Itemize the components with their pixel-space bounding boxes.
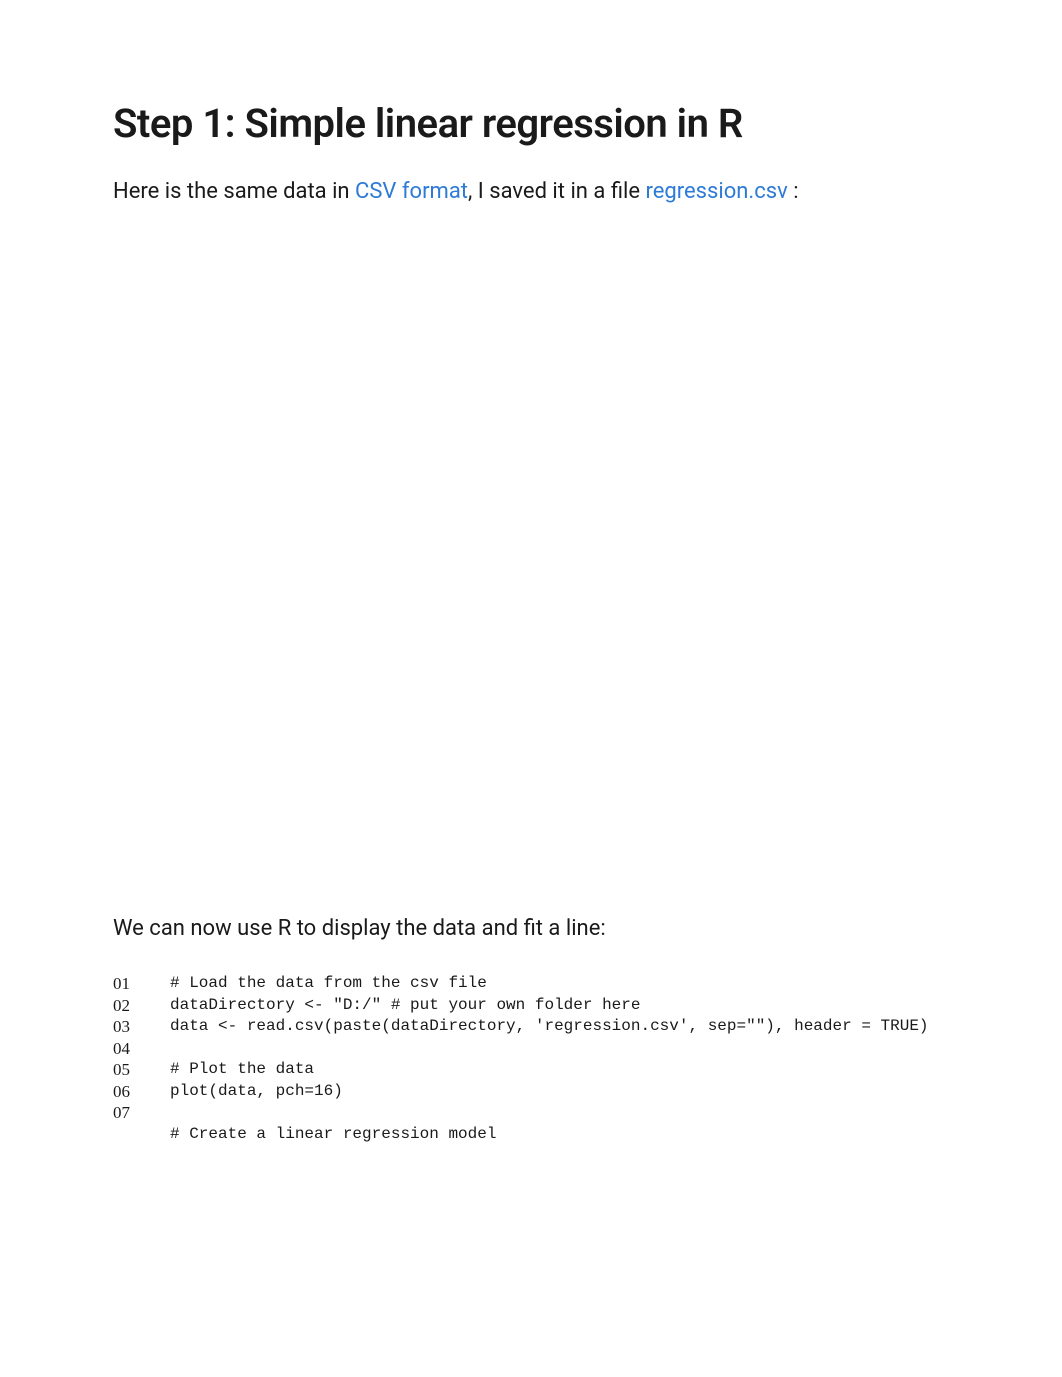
intro-text-before: Here is the same data in — [113, 179, 355, 204]
intro-text-after: : — [788, 179, 799, 204]
content-spacer — [113, 232, 949, 912]
body-text: We can now use R to display the data and… — [113, 912, 949, 945]
intro-paragraph: Here is the same data in CSV format, I s… — [113, 175, 949, 208]
csv-format-link[interactable]: CSV format — [355, 179, 468, 204]
intro-text-mid: , I saved it in a file — [468, 179, 645, 204]
line-numbers: 01 02 03 04 05 06 07 — [113, 973, 170, 1146]
code-block: 01 02 03 04 05 06 07 # Load the data fro… — [113, 973, 949, 1146]
code-content: # Load the data from the csv file dataDi… — [170, 973, 929, 1146]
regression-csv-link[interactable]: regression.csv — [645, 179, 787, 204]
page-heading: Step 1: Simple linear regression in R — [113, 100, 949, 147]
